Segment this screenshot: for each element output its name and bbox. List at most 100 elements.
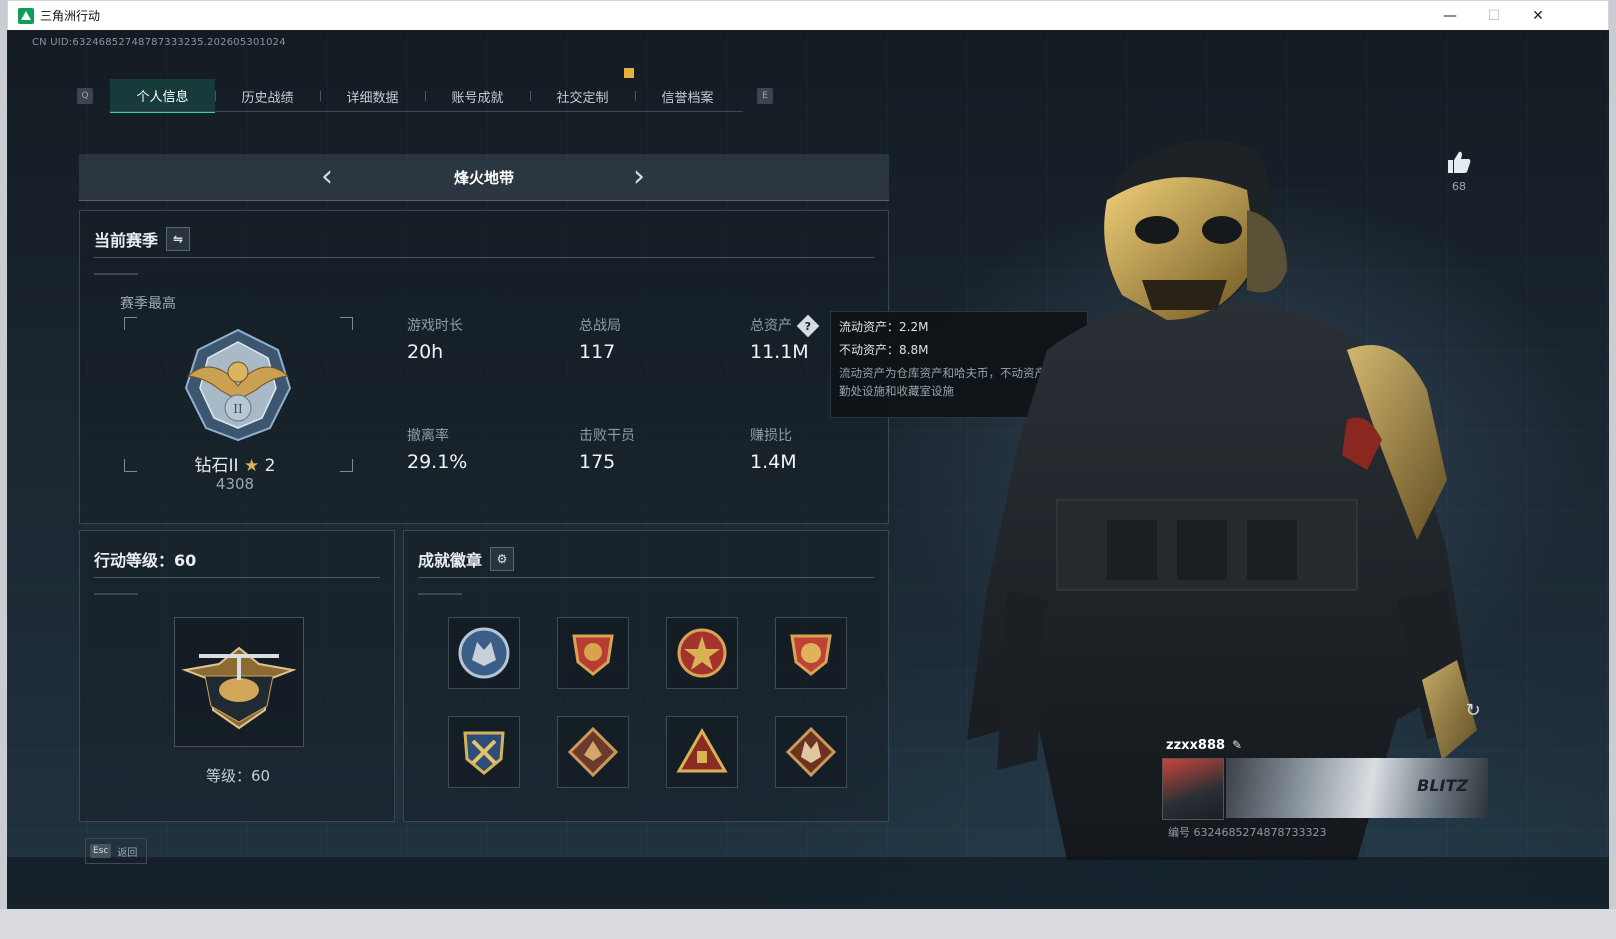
badges-heading-row: 成就徽章 ⚙	[418, 547, 515, 571]
game-viewport: CN UID:6324685274878733323​5.20260530102…	[7, 30, 1609, 909]
profile-tabs: Q 个人信息 历史战绩 详细数据 账号成就 社交定制 信誉档案 E	[77, 78, 773, 114]
stat-label: 击败干员	[579, 428, 635, 444]
stat-value: 20h	[407, 341, 444, 363]
close-button[interactable]: ✕	[1516, 1, 1560, 31]
frame-corner	[124, 317, 137, 330]
uid-text: CN UID:6324685274878733323​5.20260530102…	[32, 37, 286, 48]
back-button[interactable]: Esc 返回	[85, 838, 147, 864]
star-medal-badge-icon	[677, 628, 727, 678]
tab-prev-key[interactable]: Q	[77, 88, 93, 104]
rank-name: 钻石II	[194, 456, 239, 476]
tab-social-custom[interactable]: 社交定制	[530, 79, 635, 113]
badges-settings-button[interactable]: ⚙	[490, 547, 515, 571]
badge-slot[interactable]	[775, 617, 847, 689]
divider-accent	[418, 593, 462, 595]
tab-divider	[110, 111, 743, 112]
season-best-label: 赛季最高	[120, 296, 176, 312]
svg-text:II: II	[233, 402, 243, 416]
season-switch-button[interactable]: ⇋	[166, 227, 191, 251]
badge-slot[interactable]	[557, 617, 629, 689]
stat-value: 29.1%	[407, 451, 468, 473]
player-id: 编号 6324685274878733323	[1168, 826, 1327, 839]
stat-label: 游戏时长	[407, 318, 463, 334]
pyramid-badge-icon	[676, 727, 728, 773]
badge-slot[interactable]	[666, 617, 738, 689]
wolf-diamond-badge-icon	[785, 726, 837, 778]
level-heading: 行动等级：60	[94, 551, 197, 570]
stat-extraction-rate: 撤离率 29.1%	[407, 425, 557, 473]
badge-slot[interactable]	[666, 716, 738, 788]
window-title: 三角洲行动	[40, 9, 101, 23]
divider	[94, 577, 380, 578]
dragon-badge-icon	[567, 726, 619, 778]
badge-slot[interactable]	[448, 617, 520, 689]
rank-emblem-icon: II	[184, 328, 292, 442]
stat-label: 撤离率	[407, 428, 449, 444]
tab-next-key[interactable]: E	[757, 88, 773, 104]
badge-slot[interactable]	[775, 716, 847, 788]
help-icon[interactable]: ?	[796, 314, 820, 338]
tab-personal-info[interactable]: 个人信息	[110, 79, 215, 113]
refresh-icon[interactable]: ↻	[1462, 699, 1484, 721]
thumbs-up-icon[interactable]	[1446, 150, 1472, 174]
tab-notification-marker	[624, 68, 634, 78]
frame-corner	[124, 459, 137, 472]
divider	[418, 577, 874, 578]
season-panel: 当前赛季 ⇋ 赛季最高 II 钻石II ★ 2 4308 游戏时长 20h 总战…	[79, 210, 889, 524]
window-titlebar: 三角洲行动 — ☐ ✕	[7, 0, 1609, 30]
rank-stars: 2	[264, 456, 276, 476]
stat-kills: 击败干员 175	[579, 425, 729, 473]
stat-value: 175	[579, 451, 616, 473]
stat-label: 总资产	[750, 318, 792, 334]
stat-profit-loss: 赚损比 1.4M	[750, 425, 900, 473]
stat-label: 赚损比	[750, 428, 792, 444]
mode-next-button[interactable]: ›	[624, 162, 654, 192]
season-heading: 当前赛季	[94, 231, 159, 250]
minimize-button[interactable]: —	[1428, 1, 1472, 31]
rank-score: 4308	[215, 475, 255, 493]
desktop-background-strip	[0, 909, 1616, 939]
bottom-bar	[7, 857, 1609, 909]
level-panel: 行动等级：60 等级：60	[79, 530, 395, 822]
player-avatar[interactable]	[1162, 758, 1224, 820]
maximize-button[interactable]: ☐	[1472, 1, 1516, 31]
tab-history[interactable]: 历史战绩	[215, 79, 320, 113]
stat-value: 1.4M	[750, 451, 797, 473]
stat-label: 总战局	[579, 318, 621, 334]
season-heading-row: 当前赛季 ⇋	[94, 227, 191, 251]
frame-corner	[340, 459, 353, 472]
player-banner[interactable]: BLITZ	[1226, 758, 1488, 818]
stat-total-matches: 总战局 117	[579, 315, 729, 363]
mode-selector: ‹ 烽火地带 ›	[79, 154, 889, 201]
divider-accent	[94, 273, 138, 275]
badges-panel: 成就徽章 ⚙	[403, 530, 889, 822]
level-value: 等级：60	[205, 767, 271, 785]
stat-value: 117	[579, 341, 616, 363]
player-name: zzxx888	[1166, 738, 1226, 753]
banner-text: BLITZ	[1417, 776, 1468, 795]
wolf-badge-icon	[458, 627, 510, 679]
divider-accent	[94, 593, 138, 595]
back-label: 返回	[117, 847, 138, 859]
like-widget: 68	[1435, 150, 1483, 193]
tab-achievements[interactable]: 账号成就	[425, 79, 530, 113]
mode-title: 烽火地带	[453, 169, 514, 187]
badge-slot[interactable]	[557, 716, 629, 788]
app-icon	[18, 7, 34, 24]
esc-key: Esc	[90, 844, 112, 858]
divider	[94, 257, 874, 258]
shield-badge-icon	[790, 634, 832, 676]
star-shield-badge-icon	[572, 634, 614, 676]
star-icon: ★	[243, 456, 260, 476]
like-count: 68	[1452, 180, 1466, 193]
player-card: zzxx888 ✎ BLITZ 编号 6324685274878733323	[1162, 736, 1492, 846]
helicopter-emblem-icon	[181, 646, 297, 730]
rank-name-row: 钻石II ★ 2	[140, 451, 330, 476]
level-emblem-frame	[174, 617, 304, 747]
tab-credit-record[interactable]: 信誉档案	[635, 79, 740, 113]
frame-corner	[340, 317, 353, 330]
tab-detailed-data[interactable]: 详细数据	[320, 79, 425, 113]
badge-slot[interactable]	[448, 716, 520, 788]
crossed-swords-badge-icon	[463, 731, 505, 775]
edit-name-icon[interactable]: ✎	[1232, 738, 1242, 752]
